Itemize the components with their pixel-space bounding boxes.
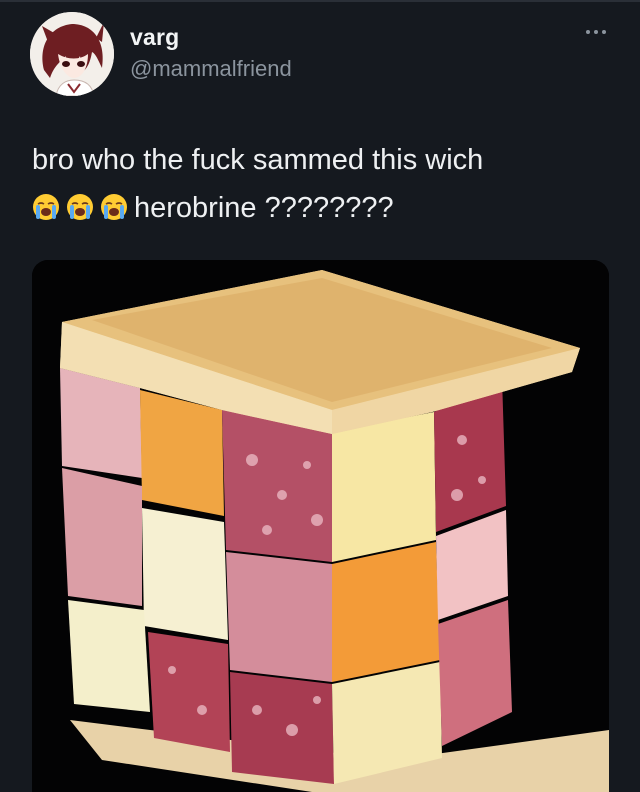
anime-avatar-icon	[30, 12, 114, 96]
more-options-icon[interactable]	[586, 26, 610, 38]
tweet-text-line-2-label: herobrine ????????	[134, 192, 394, 224]
ham-cheese-cube-sandwich-image	[32, 260, 609, 792]
display-name[interactable]: varg	[130, 24, 179, 51]
avatar[interactable]	[30, 12, 114, 96]
top-divider	[0, 0, 640, 2]
tweet-media[interactable]	[32, 260, 609, 792]
tweet-text: bro who the fuck sammed this wich herobr…	[32, 136, 612, 232]
loudly-crying-face-icon	[67, 194, 93, 220]
loudly-crying-face-icon	[33, 194, 59, 220]
loudly-crying-face-icon	[101, 194, 127, 220]
tweet-text-line-1: bro who the fuck sammed this wich	[32, 144, 484, 176]
tweet-card[interactable]: varg @mammalfriend bro who the fuck samm…	[0, 0, 640, 792]
tweet-text-line-2: herobrine ????????	[32, 184, 612, 232]
user-handle[interactable]: @mammalfriend	[130, 56, 292, 82]
